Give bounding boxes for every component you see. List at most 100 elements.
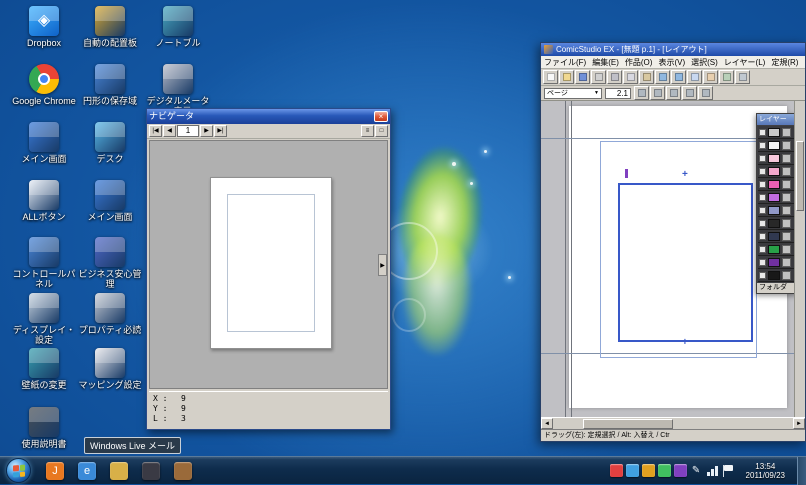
toolbar-rotate-view-button[interactable] xyxy=(698,86,713,100)
desktop-icon-manual[interactable]: 使用説明書 xyxy=(12,407,76,449)
start-button[interactable] xyxy=(6,458,31,483)
layer-visibility-checkbox[interactable] xyxy=(759,167,766,175)
desktop-icon-main-screen-2[interactable]: メイン画面 xyxy=(78,180,142,222)
desktop-icon-mapping-settings[interactable]: マッピング設定 xyxy=(78,348,142,390)
layer-row-2[interactable] xyxy=(758,152,796,165)
layer-row-4[interactable] xyxy=(758,178,796,191)
layer-row-9[interactable] xyxy=(758,243,796,256)
desktop-icon-dropbox[interactable]: ◈ Dropbox xyxy=(12,6,76,48)
desktop-icon-display-settings[interactable]: ディスプレイ・設定 xyxy=(12,293,76,345)
canvas[interactable]: + + レイヤー フォルダ xyxy=(541,101,805,417)
layer-row-11[interactable] xyxy=(758,269,796,282)
toolbar-open-button[interactable] xyxy=(559,70,574,84)
security-icon[interactable] xyxy=(657,464,671,477)
zoom-value[interactable]: 2.1 xyxy=(605,87,631,99)
layer-row-8[interactable] xyxy=(758,230,796,243)
toolbar-save-button[interactable] xyxy=(575,70,590,84)
show-desktop-button[interactable] xyxy=(797,456,806,485)
desktop-icon-business-admin[interactable]: ビジネス安心管理 xyxy=(78,237,142,289)
menu-item-4[interactable]: 選択(S) xyxy=(688,57,721,68)
desktop-icon-google-chrome[interactable]: Google Chrome xyxy=(12,64,76,106)
taskbar-package-button[interactable] xyxy=(170,459,196,483)
menu-item-6[interactable]: 定規(R) xyxy=(768,57,801,68)
taskbar-jword-button[interactable]: J xyxy=(42,459,68,483)
toolbar-next-page-button[interactable] xyxy=(650,86,665,100)
antivirus-icon[interactable] xyxy=(609,464,623,477)
layer-visibility-checkbox[interactable] xyxy=(759,219,766,227)
ruler-handle[interactable] xyxy=(625,169,628,178)
desktop-icon-backup-area[interactable]: 円形の保存域 xyxy=(78,64,142,106)
desktop-icon-control-panel[interactable]: コントロールパネル xyxy=(12,237,76,289)
horizontal-scrollbar[interactable]: ◄ ► xyxy=(541,417,805,429)
layer-visibility-checkbox[interactable] xyxy=(759,245,766,253)
toolbar-print-button[interactable] xyxy=(591,70,606,84)
toolbar-copy-button[interactable] xyxy=(623,70,638,84)
layers-palette-title[interactable]: レイヤー xyxy=(757,114,797,125)
scroll-right-arrow[interactable]: ► xyxy=(793,418,805,429)
scrollbar-thumb[interactable] xyxy=(583,418,673,429)
menu-item-2[interactable]: 作品(O) xyxy=(622,57,656,68)
page-inner-frame[interactable] xyxy=(618,183,753,342)
toolbar-rotate-button[interactable] xyxy=(719,70,734,84)
layer-visibility-checkbox[interactable] xyxy=(759,206,766,214)
toolbar-undo-button[interactable] xyxy=(655,70,670,84)
nav-prev-page-button[interactable]: ◀ xyxy=(163,125,176,137)
layer-row-7[interactable] xyxy=(758,217,796,230)
panel-expand-button[interactable]: ▶ xyxy=(378,253,387,276)
toolbar-redo-button[interactable] xyxy=(671,70,686,84)
nav-view-button-1[interactable]: □ xyxy=(375,125,388,137)
layer-visibility-checkbox[interactable] xyxy=(759,154,766,162)
toolbar-cut-button[interactable] xyxy=(607,70,622,84)
desktop-icon-property-readme[interactable]: プロパティ必読 xyxy=(78,293,142,335)
menu-item-1[interactable]: 編集(E) xyxy=(589,57,622,68)
toolbar-paste-button[interactable] xyxy=(639,70,654,84)
page-thumbnail[interactable] xyxy=(210,177,332,349)
scroll-left-arrow[interactable]: ◄ xyxy=(541,418,553,429)
navigator-preview-area[interactable]: ▶ xyxy=(149,140,388,389)
taskbar-folder-button[interactable] xyxy=(106,459,132,483)
toolbar-new-button[interactable] xyxy=(543,70,558,84)
cloud-icon[interactable] xyxy=(641,464,655,477)
clock[interactable]: 13:54 2011/09/23 xyxy=(738,462,793,480)
layer-visibility-checkbox[interactable] xyxy=(759,193,766,201)
layer-visibility-checkbox[interactable] xyxy=(759,232,766,240)
toolbar-actual-size-button[interactable] xyxy=(682,86,697,100)
desktop-icon-all-button[interactable]: ALLボタン xyxy=(12,180,76,222)
toolbar-zoom-button[interactable] xyxy=(687,70,702,84)
vertical-scrollbar[interactable] xyxy=(794,101,805,417)
comicstudio-titlebar[interactable]: ComicStudio EX - [無題 p.1] - [レイアウト] xyxy=(541,43,805,56)
navigator-close-button[interactable]: × xyxy=(374,111,388,122)
desktop-icon-desk[interactable]: デスク xyxy=(78,122,142,164)
network-icon[interactable] xyxy=(706,465,719,476)
layer-visibility-checkbox[interactable] xyxy=(759,128,766,136)
toolbar-fit-view-button[interactable] xyxy=(666,86,681,100)
layer-row-3[interactable] xyxy=(758,165,796,178)
taskbar-media-device-button[interactable] xyxy=(138,459,164,483)
pen-input-icon[interactable]: ✎ xyxy=(690,464,703,477)
nav-last-page-button[interactable]: ▶| xyxy=(214,125,227,137)
desktop-icon-main-screen[interactable]: メイン画面 xyxy=(12,122,76,164)
layer-visibility-checkbox[interactable] xyxy=(759,141,766,149)
nav-view-button-0[interactable]: ≡ xyxy=(361,125,374,137)
menu-item-5[interactable]: レイヤー(L) xyxy=(721,57,769,68)
layer-visibility-checkbox[interactable] xyxy=(759,271,766,279)
toolbar-grid-button[interactable] xyxy=(735,70,750,84)
menu-item-3[interactable]: 表示(V) xyxy=(655,57,688,68)
action-center-flag-icon[interactable] xyxy=(722,464,734,477)
desktop-icon-wallpaper-change[interactable]: 壁紙の変更 xyxy=(12,348,76,390)
layer-visibility-checkbox[interactable] xyxy=(759,180,766,188)
layer-row-5[interactable] xyxy=(758,191,796,204)
menu-item-0[interactable]: ファイル(F) xyxy=(541,57,589,68)
layer-row-10[interactable] xyxy=(758,256,796,269)
layer-row-6[interactable] xyxy=(758,204,796,217)
scrollbar-thumb[interactable] xyxy=(796,141,804,211)
page-selector[interactable]: ページ ▼ xyxy=(544,87,602,99)
nav-first-page-button[interactable]: |◀ xyxy=(149,125,162,137)
navigator-titlebar[interactable]: ナビゲータ × xyxy=(147,109,390,124)
messenger-icon[interactable] xyxy=(625,464,639,477)
ime-icon[interactable] xyxy=(673,464,687,477)
desktop-icon-notable[interactable]: ノートブル xyxy=(146,6,210,48)
desktop-icon-auto-layout[interactable]: 自動の配置板 xyxy=(78,6,142,48)
taskbar-browser-button[interactable]: e xyxy=(74,459,100,483)
toolbar-hand-button[interactable] xyxy=(703,70,718,84)
